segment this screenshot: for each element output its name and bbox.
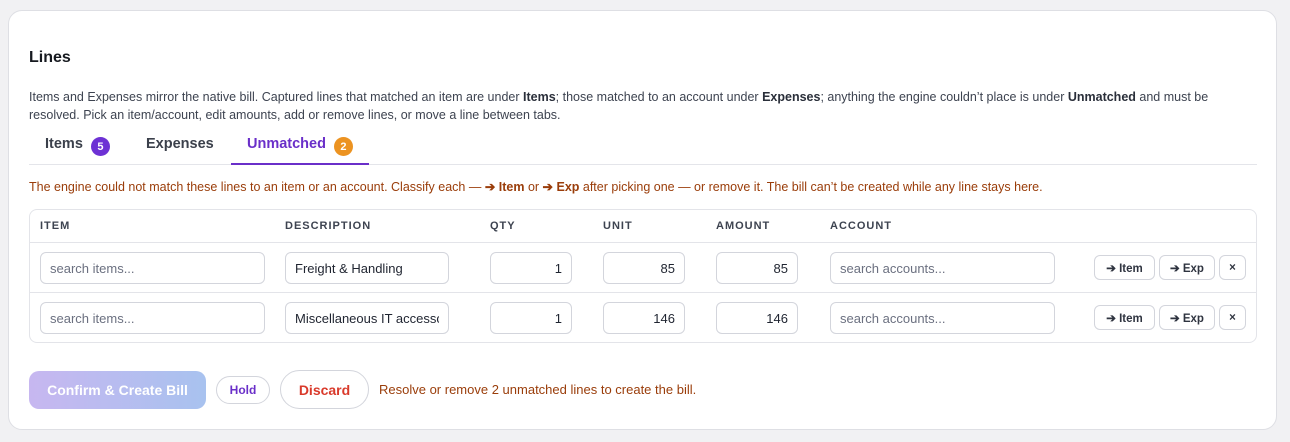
discard-button[interactable]: Discard xyxy=(280,370,369,409)
header-description: DESCRIPTION xyxy=(285,220,372,232)
tab-unmatched-label: Unmatched xyxy=(247,136,326,152)
account-search-input[interactable] xyxy=(830,302,1055,334)
tab-expenses[interactable]: Expenses xyxy=(130,128,230,165)
qty-input[interactable] xyxy=(490,302,572,334)
lines-card: Lines Items and Expenses mirror the nati… xyxy=(8,10,1277,430)
footer-status-message: Resolve or remove 2 unmatched lines to c… xyxy=(379,382,697,397)
tab-bar: Items 5 Expenses Unmatched 2 xyxy=(29,128,1257,165)
move-to-expense-button[interactable]: ➔ Exp xyxy=(1159,305,1215,330)
item-search-input[interactable] xyxy=(40,252,265,284)
confirm-create-bill-button[interactable]: Confirm & Create Bill xyxy=(29,371,206,409)
table-row: ➔ Item ➔ Exp × xyxy=(30,243,1256,293)
header-unit: UNIT xyxy=(603,220,633,232)
qty-input[interactable] xyxy=(490,252,572,284)
header-account: ACCOUNT xyxy=(830,220,892,232)
item-search-input[interactable] xyxy=(40,302,265,334)
table-header: ITEM DESCRIPTION QTY UNIT AMOUNT ACCOUNT xyxy=(30,210,1256,243)
section-title: Lines xyxy=(29,49,71,66)
description-input[interactable] xyxy=(285,302,449,334)
tab-items-count-badge: 5 xyxy=(90,137,110,156)
remove-line-button[interactable]: × xyxy=(1219,305,1246,330)
hold-button[interactable]: Hold xyxy=(216,376,270,404)
header-item: ITEM xyxy=(40,220,71,232)
table-row: ➔ Item ➔ Exp × xyxy=(30,293,1256,342)
account-search-input[interactable] xyxy=(830,252,1055,284)
remove-line-button[interactable]: × xyxy=(1219,255,1246,280)
amount-input[interactable] xyxy=(716,252,798,284)
lines-table: ITEM DESCRIPTION QTY UNIT AMOUNT ACCOUNT… xyxy=(29,209,1257,343)
tab-unmatched[interactable]: Unmatched 2 xyxy=(231,128,369,165)
unit-input[interactable] xyxy=(603,302,685,334)
tab-unmatched-count-badge: 2 xyxy=(333,137,353,156)
tab-expenses-label: Expenses xyxy=(146,136,214,152)
header-amount: AMOUNT xyxy=(716,220,771,232)
amount-input[interactable] xyxy=(716,302,798,334)
description-input[interactable] xyxy=(285,252,449,284)
move-to-expense-button[interactable]: ➔ Exp xyxy=(1159,255,1215,280)
unmatched-warning: The engine could not match these lines t… xyxy=(29,180,1043,194)
move-to-item-button[interactable]: ➔ Item xyxy=(1094,255,1155,280)
section-intro: Items and Expenses mirror the native bil… xyxy=(29,90,1209,122)
tab-items[interactable]: Items 5 xyxy=(29,128,126,165)
tab-items-label: Items xyxy=(45,136,83,152)
unit-input[interactable] xyxy=(603,252,685,284)
move-to-item-button[interactable]: ➔ Item xyxy=(1094,305,1155,330)
header-qty: QTY xyxy=(490,220,516,232)
